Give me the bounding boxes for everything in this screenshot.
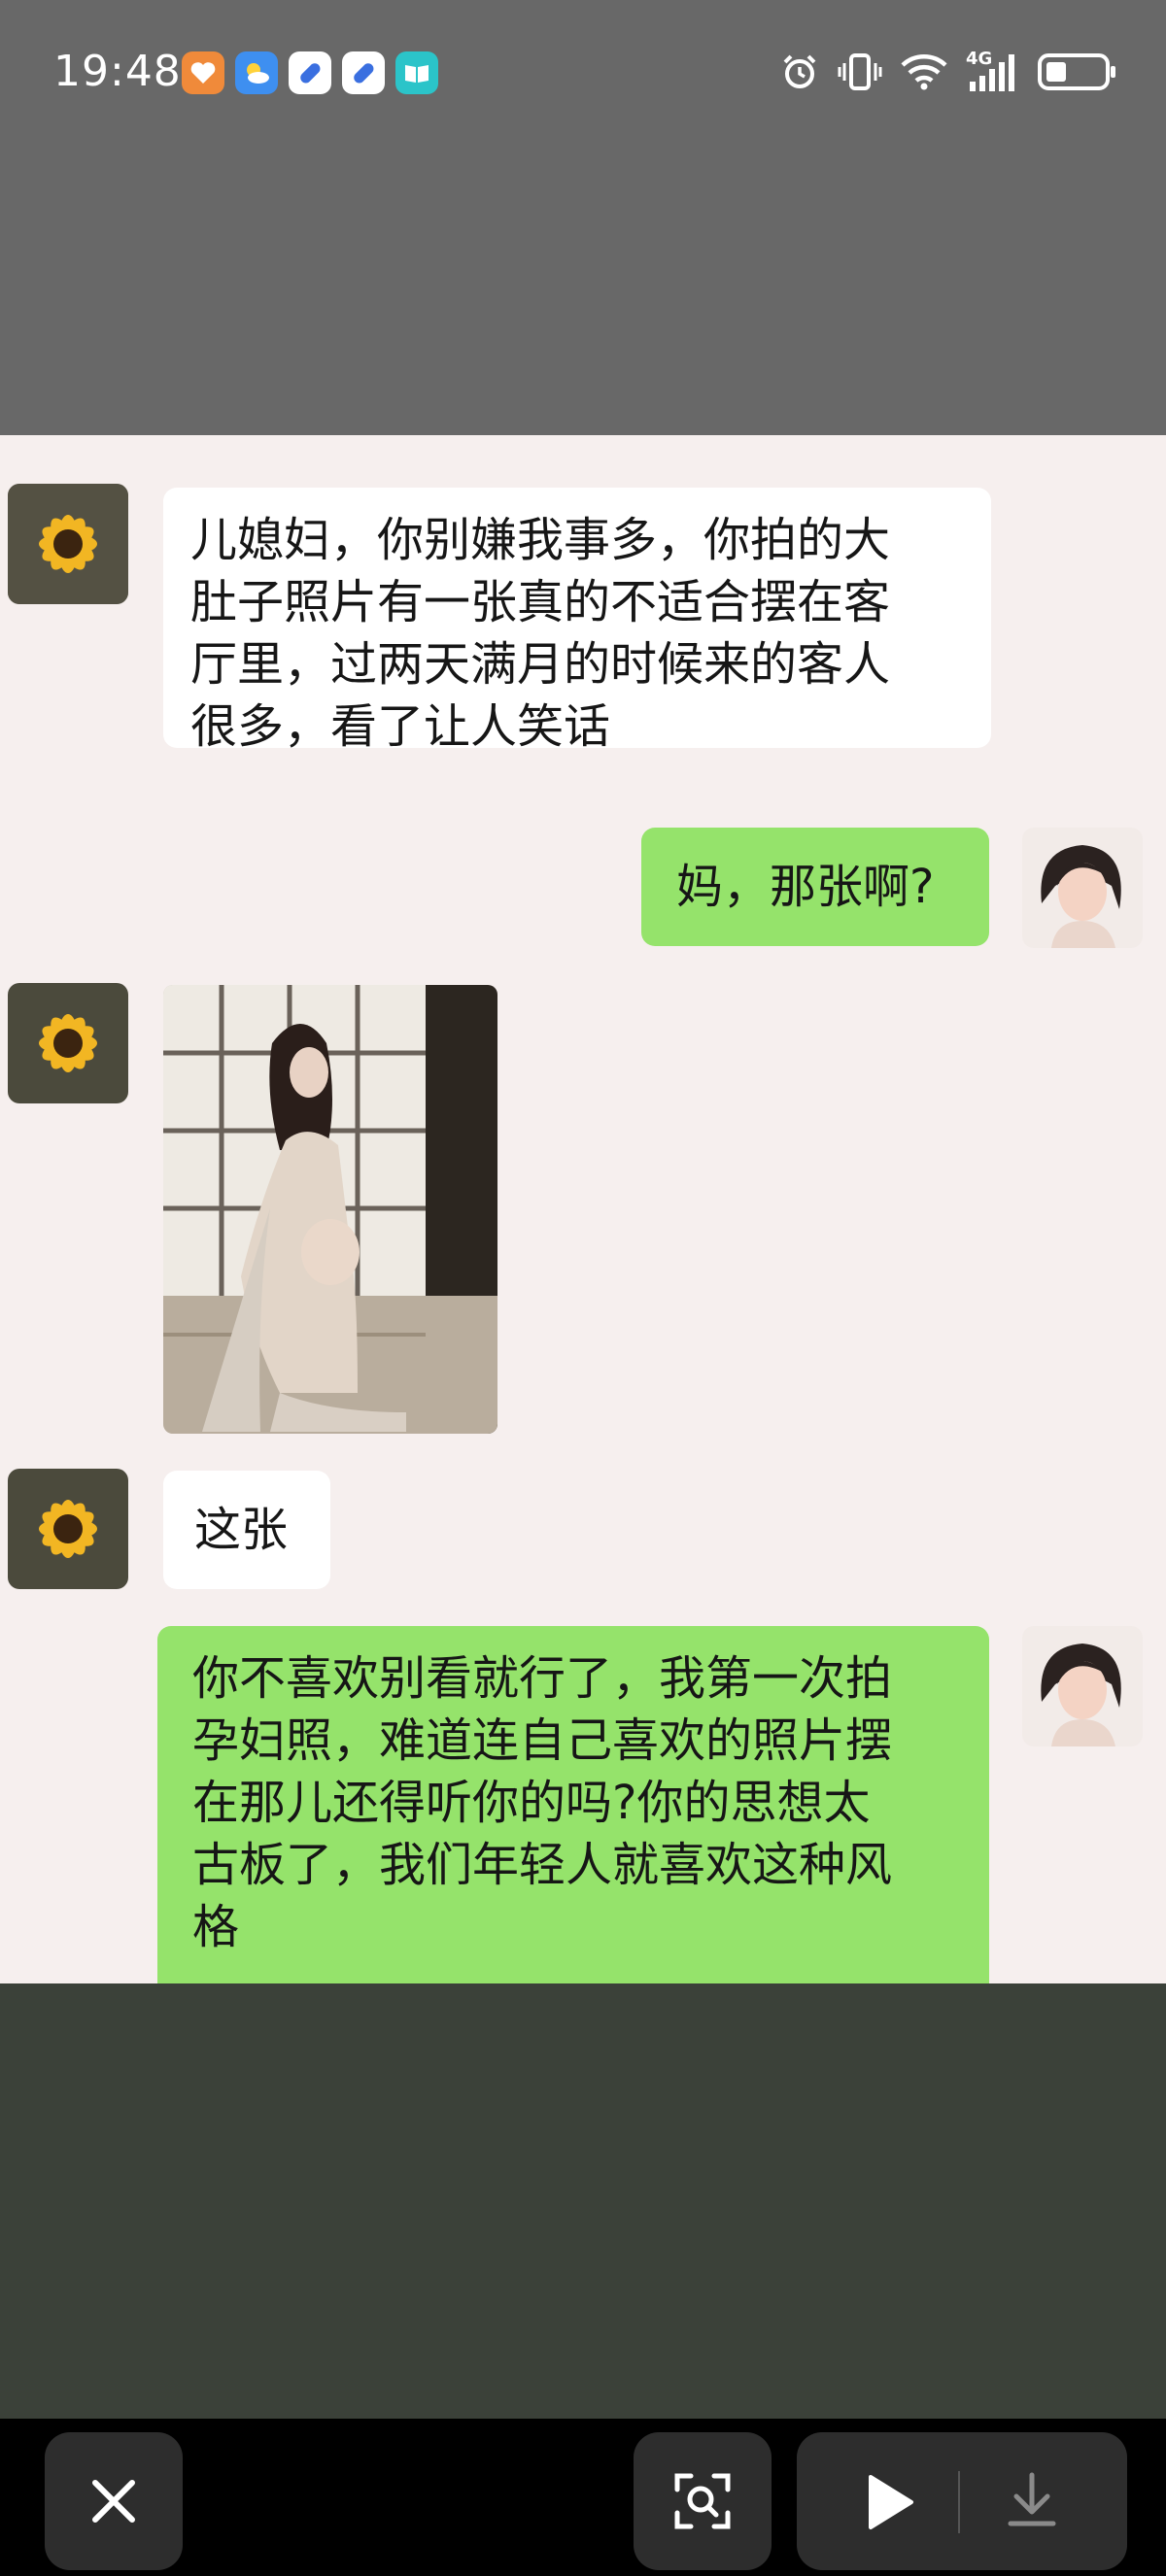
download-button[interactable] <box>1005 2471 1059 2529</box>
vibrate-icon <box>838 51 882 92</box>
pill-app-icon <box>342 51 385 94</box>
message-line: 肚子照片有一张真的不适合摆在客 <box>190 575 891 629</box>
maternity-photo[interactable] <box>163 985 497 1434</box>
heart-app-icon <box>182 51 224 94</box>
mother-in-law-avatar[interactable] <box>8 983 128 1103</box>
bottom-dark-area <box>0 1983 1166 2419</box>
message-line: 你不喜欢别看就行了，我第一次拍 <box>192 1651 893 1706</box>
message-bubble-2[interactable]: 妈，那张啊? <box>641 828 989 946</box>
self-avatar[interactable] <box>1022 828 1143 948</box>
status-time: 19:48 <box>53 47 182 96</box>
message-bubble-4[interactable]: 这张 <box>163 1471 330 1589</box>
message-line: 很多，看了让人笑话 <box>190 699 611 754</box>
message-line: 在那儿还得听你的吗?你的思想太 <box>192 1776 871 1830</box>
close-icon <box>87 2475 140 2527</box>
divider <box>958 2471 960 2533</box>
status-bar: 19:48 4G <box>0 39 1166 109</box>
message-bubble-1[interactable]: 儿媳妇，你别嫌我事多，你拍的大 肚子照片有一张真的不适合摆在客 厅里，过两天满月… <box>163 488 991 754</box>
message-line: 这张 <box>194 1503 289 1557</box>
top-gray-area: 19:48 4G <box>0 0 1166 435</box>
mother-in-law-avatar[interactable] <box>8 484 128 604</box>
play-button[interactable] <box>863 2473 917 2531</box>
book-app-icon <box>395 51 438 94</box>
message-bubble-5[interactable]: 你不喜欢别看就行了，我第一次拍 孕妇照，难道连自己喜欢的照片摆 在那儿还得听你的… <box>157 1626 989 2015</box>
battery-icon <box>1038 52 1117 91</box>
status-indicators: 4G <box>779 51 1117 93</box>
bottom-toolbar <box>0 2419 1166 2576</box>
signal-icon: 4G <box>966 51 1020 93</box>
message-line: 孕妇照，难道连自己喜欢的照片摆 <box>192 1713 893 1768</box>
notification-app-icons <box>182 51 438 94</box>
media-controls <box>797 2432 1127 2570</box>
close-button[interactable] <box>45 2432 183 2570</box>
scan-button[interactable] <box>634 2432 772 2570</box>
pill-app-icon <box>289 51 331 94</box>
download-icon <box>1005 2471 1059 2529</box>
mother-in-law-avatar[interactable] <box>8 1469 128 1589</box>
alarm-icon <box>779 51 820 92</box>
chat-screenshot: 儿媳妇，你别嫌我事多，你拍的大 肚子照片有一张真的不适合摆在客 厅里，过两天满月… <box>0 435 1166 2015</box>
scan-icon <box>673 2472 732 2530</box>
wifi-icon <box>900 52 948 91</box>
message-line: 厅里，过两天满月的时候来的客人 <box>190 637 891 692</box>
message-line: 格 <box>192 1900 240 1954</box>
message-line: 儿媳妇，你别嫌我事多，你拍的大 <box>190 513 891 567</box>
play-icon <box>863 2473 917 2531</box>
weather-app-icon <box>235 51 278 94</box>
message-line: 妈，那张啊? <box>676 860 935 914</box>
self-avatar[interactable] <box>1022 1626 1143 1746</box>
message-line: 古板了，我们年轻人就喜欢这种风 <box>192 1838 893 1892</box>
